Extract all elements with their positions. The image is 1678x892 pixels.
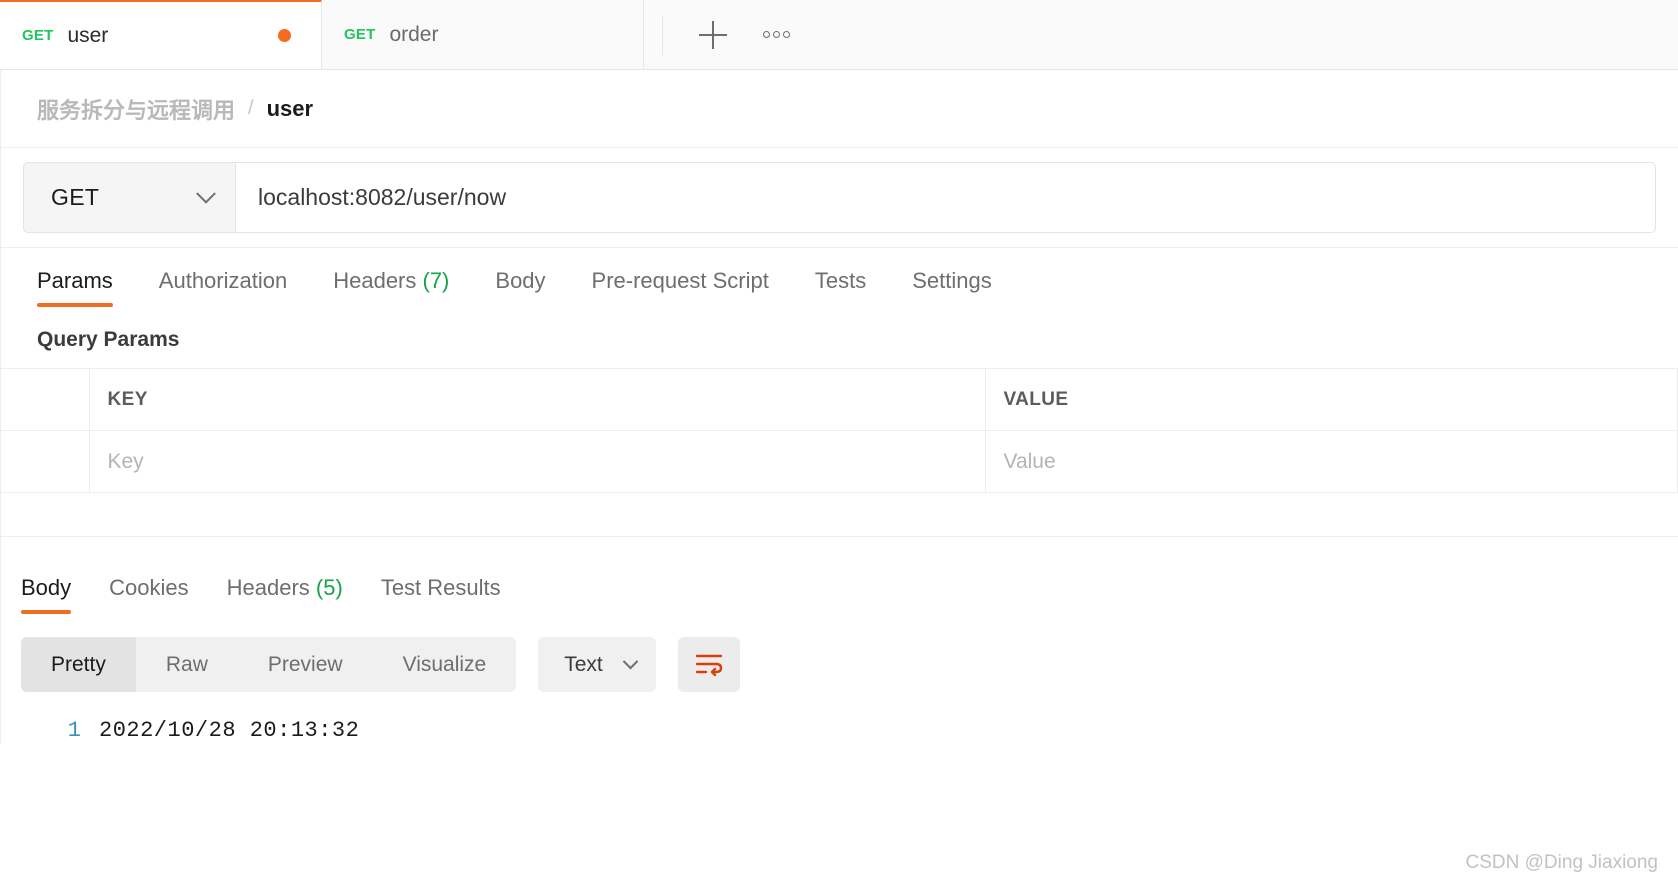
tab-label: Test Results — [380, 575, 501, 600]
query-params-title: Query Params — [37, 328, 180, 351]
select-all-column — [1, 368, 90, 431]
dot — [773, 31, 780, 38]
dot — [763, 31, 770, 38]
unsaved-changes-dot[interactable] — [278, 29, 291, 42]
tab-count: (5) — [315, 575, 343, 600]
chevron-down-icon — [196, 183, 216, 204]
request-tab-strip: GET user GET order — [0, 0, 1678, 70]
tab-label: Body — [495, 268, 546, 293]
request-tab-label: user — [67, 23, 109, 47]
request-tab-user[interactable]: GET user — [0, 0, 322, 69]
url-input[interactable]: localhost:8082/user/now — [235, 162, 1656, 233]
tab-label: Tests — [814, 268, 867, 293]
tab-label: Settings — [912, 268, 992, 293]
key-input[interactable]: Key — [89, 430, 986, 493]
http-method-value: GET — [51, 184, 100, 210]
response-tab-headers[interactable]: Headers (5) — [227, 575, 343, 613]
breadcrumb-separator: / — [248, 97, 254, 119]
tab-settings[interactable]: Settings — [912, 268, 992, 306]
request-tab-method: GET — [22, 27, 54, 44]
view-mode-pretty[interactable]: Pretty — [21, 637, 136, 692]
value-input[interactable]: Value — [985, 430, 1678, 493]
tab-params[interactable]: Params — [37, 268, 113, 307]
response-format-value: Text — [564, 652, 603, 676]
response-format-select[interactable]: Text — [538, 637, 656, 692]
word-wrap-icon[interactable] — [677, 637, 740, 692]
response-section-tabs: Body Cookies Headers (5) Test Results — [1, 557, 1678, 614]
tab-label: Authorization — [158, 268, 288, 293]
tab-divider — [662, 14, 663, 55]
tab-label: Body — [21, 575, 72, 600]
request-tab-order[interactable]: GET order — [322, 0, 644, 69]
breadcrumb-current[interactable]: user — [267, 96, 313, 122]
url-bar: GET localhost:8082/user/now — [1, 148, 1678, 248]
response-tab-cookies[interactable]: Cookies — [109, 575, 188, 613]
tab-count: (7) — [422, 268, 450, 293]
tab-label: Headers — [226, 575, 310, 600]
tab-actions — [644, 0, 790, 69]
tab-pre-request-script[interactable]: Pre-request Script — [592, 268, 769, 306]
watermark: CSDN @Ding Jiaxiong — [1465, 852, 1658, 873]
response-tab-test-results[interactable]: Test Results — [381, 575, 501, 613]
view-mode-raw[interactable]: Raw — [136, 637, 238, 692]
tab-label: Params — [37, 268, 113, 293]
request-tab-method: GET — [344, 26, 376, 43]
view-mode-preview[interactable]: Preview — [238, 637, 373, 692]
breadcrumb-collection[interactable]: 服务拆分与远程调用 — [37, 93, 235, 125]
query-params-table: KEY VALUE Key Value — [1, 368, 1678, 493]
tab-headers[interactable]: Headers (7) — [333, 268, 449, 306]
tab-authorization[interactable]: Authorization — [159, 268, 287, 306]
column-header-value: VALUE — [985, 368, 1678, 431]
request-tab-label: order — [389, 22, 439, 46]
response-body: 1 2022/10/28 20:13:32 — [1, 692, 1678, 743]
response-body-line: 2022/10/28 20:13:32 — [99, 718, 360, 743]
dot — [783, 31, 790, 38]
tab-tests[interactable]: Tests — [815, 268, 866, 306]
response-view-mode-group: Pretty Raw Preview Visualize — [21, 637, 517, 692]
chevron-down-icon — [622, 653, 639, 670]
tab-label: Pre-request Script — [591, 268, 769, 293]
ellipsis-icon[interactable] — [763, 31, 790, 38]
table-header-row: KEY VALUE — [1, 368, 1678, 431]
column-header-key: KEY — [89, 368, 986, 431]
tab-body[interactable]: Body — [495, 268, 545, 306]
view-mode-visualize[interactable]: Visualize — [373, 637, 517, 692]
table-bottom-spacer — [1, 493, 1678, 537]
request-section-tabs: Params Authorization Headers (7) Body Pr… — [1, 248, 1678, 307]
table-row: Key Value — [1, 430, 1678, 493]
response-view-toolbar: Pretty Raw Preview Visualize Text — [1, 613, 1678, 692]
http-method-select[interactable]: GET — [23, 162, 235, 233]
line-number: 1 — [67, 718, 81, 743]
row-checkbox-cell[interactable] — [1, 430, 90, 493]
response-tab-body[interactable]: Body — [21, 575, 72, 614]
breadcrumb: 服务拆分与远程调用 / user — [1, 70, 1678, 148]
tab-label: Headers — [333, 268, 417, 293]
plus-icon[interactable] — [691, 13, 735, 57]
request-pane: 服务拆分与远程调用 / user GET localhost:8082/user… — [0, 70, 1678, 743]
tab-label: Cookies — [109, 575, 189, 600]
